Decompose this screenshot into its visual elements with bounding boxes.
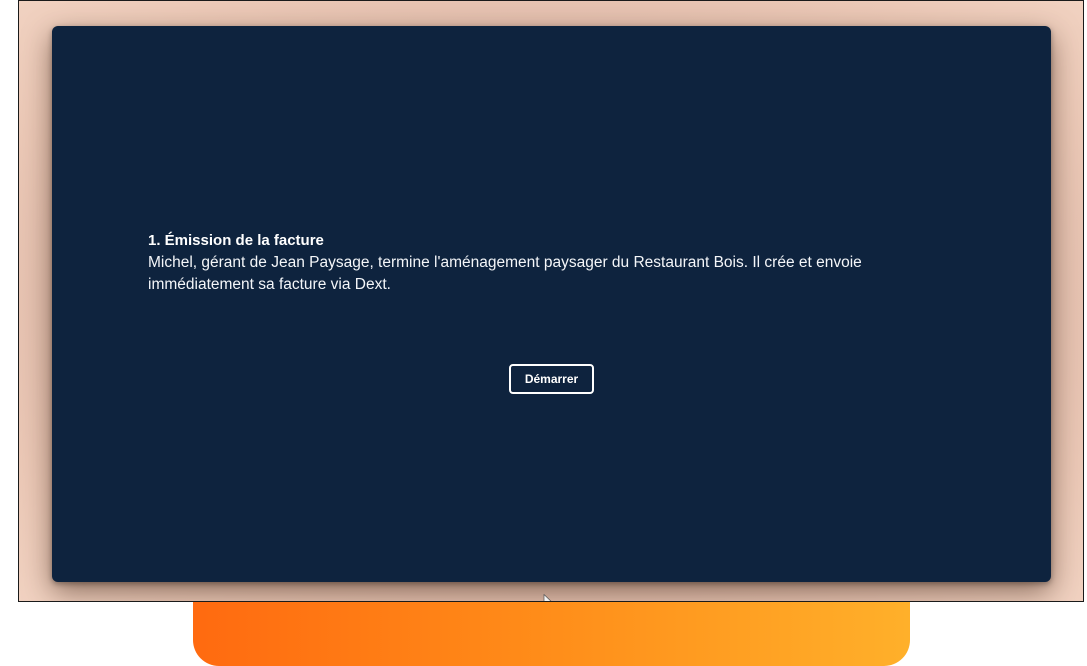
screen-frame: 1. Émission de la facture Michel, gérant… — [18, 0, 1084, 602]
intro-panel: 1. Émission de la facture Michel, gérant… — [52, 26, 1051, 582]
orange-base-decoration — [193, 598, 910, 666]
step-content: 1. Émission de la facture Michel, gérant… — [148, 232, 968, 296]
start-button[interactable]: Démarrer — [509, 364, 594, 394]
step-title: 1. Émission de la facture — [148, 232, 324, 249]
step-description: Michel, gérant de Jean Paysage, termine … — [148, 254, 862, 293]
stage: 1. Émission de la facture Michel, gérant… — [0, 0, 1087, 666]
mouse-pointer-icon — [543, 594, 552, 601]
